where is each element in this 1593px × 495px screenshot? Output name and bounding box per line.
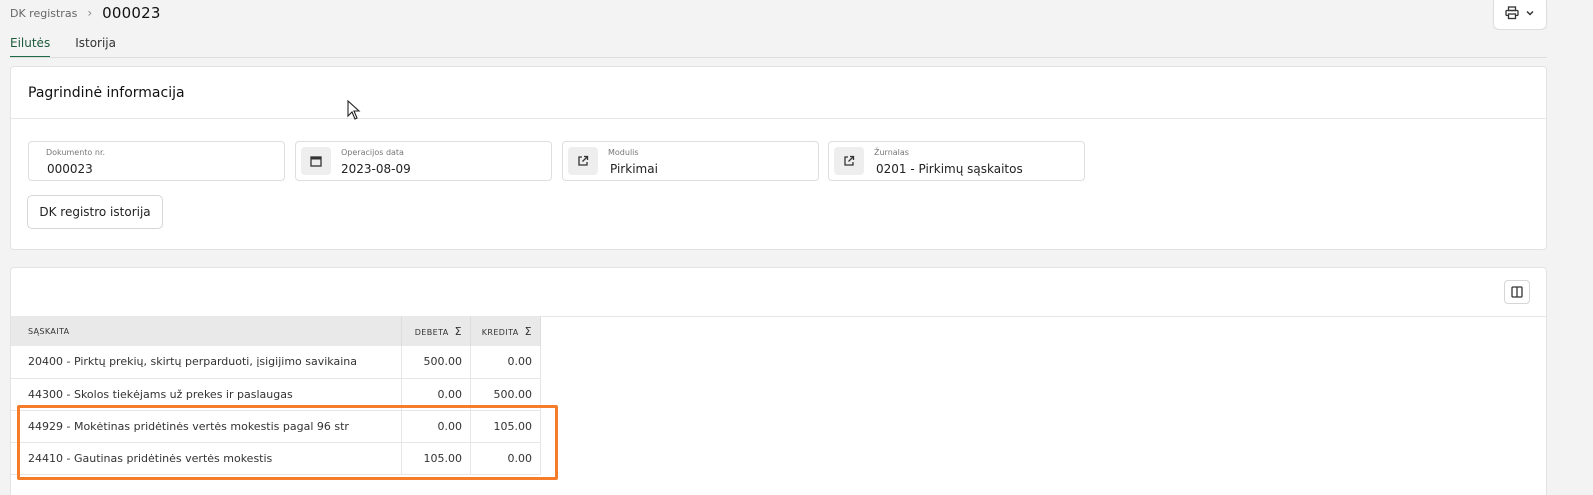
mouse-cursor-icon <box>347 100 361 120</box>
tab-eilutes[interactable]: Eilutės <box>10 36 51 58</box>
page-title: 000023 <box>102 4 161 22</box>
document-number-field[interactable]: Dokumento nr. 000023 <box>28 141 285 181</box>
highlight-annotation-box <box>17 405 558 480</box>
tabs-divider <box>10 57 1547 58</box>
chevron-down-icon <box>1526 10 1534 16</box>
table-row[interactable]: 20400 - Pirktų prekių, skirtų perparduot… <box>11 346 541 379</box>
tab-bar: Eilutės Istorija <box>10 36 116 58</box>
card-divider <box>11 118 1546 119</box>
sum-icon: Σ <box>524 324 532 338</box>
document-number-value: 000023 <box>47 162 93 176</box>
debit-cell: 500.00 <box>401 346 471 379</box>
calendar-icon[interactable] <box>301 147 331 175</box>
external-link-icon[interactable] <box>568 147 598 175</box>
operation-date-label: Operacijos data <box>341 148 404 157</box>
module-label: Modulis <box>608 148 639 157</box>
chevron-right-icon: › <box>87 6 93 20</box>
operation-date-field[interactable]: Operacijos data 2023-08-09 <box>295 141 552 181</box>
tab-istorija[interactable]: Istorija <box>75 36 116 58</box>
sum-icon: Σ <box>454 324 462 338</box>
columns-icon <box>1511 286 1523 298</box>
journal-field[interactable]: Žurnalas 0201 - Pirkimų sąskaitos <box>828 141 1085 181</box>
main-info-card: Pagrindinė informacija Dokumento nr. 000… <box>10 66 1547 250</box>
journal-value: 0201 - Pirkimų sąskaitos <box>876 162 1023 176</box>
header-debit[interactable]: DEBETA Σ <box>401 316 471 346</box>
credit-cell: 0.00 <box>470 346 541 379</box>
journal-label: Žurnalas <box>874 148 909 157</box>
external-link-icon[interactable] <box>834 147 864 175</box>
document-number-label: Dokumento nr. <box>46 148 106 157</box>
module-value: Pirkimai <box>610 162 658 176</box>
header-credit[interactable]: KREDITA Σ <box>470 316 541 346</box>
columns-toggle-button[interactable] <box>1504 280 1530 304</box>
breadcrumb: DK registras › 000023 <box>10 4 161 22</box>
module-field[interactable]: Modulis Pirkimai <box>562 141 819 181</box>
printer-icon <box>1505 6 1519 20</box>
main-info-title: Pagrindinė informacija <box>28 85 185 101</box>
dk-history-button[interactable]: DK registro istorija <box>27 195 163 229</box>
table-header-row: SĄSKAITA DEBETA Σ KREDITA Σ <box>11 316 541 346</box>
account-cell: 20400 - Pirktų prekių, skirtų perparduot… <box>11 346 403 379</box>
print-button[interactable] <box>1493 0 1547 30</box>
operation-date-value: 2023-08-09 <box>341 162 411 176</box>
header-account[interactable]: SĄSKAITA <box>11 316 403 346</box>
breadcrumb-parent-link[interactable]: DK registras <box>10 7 77 20</box>
